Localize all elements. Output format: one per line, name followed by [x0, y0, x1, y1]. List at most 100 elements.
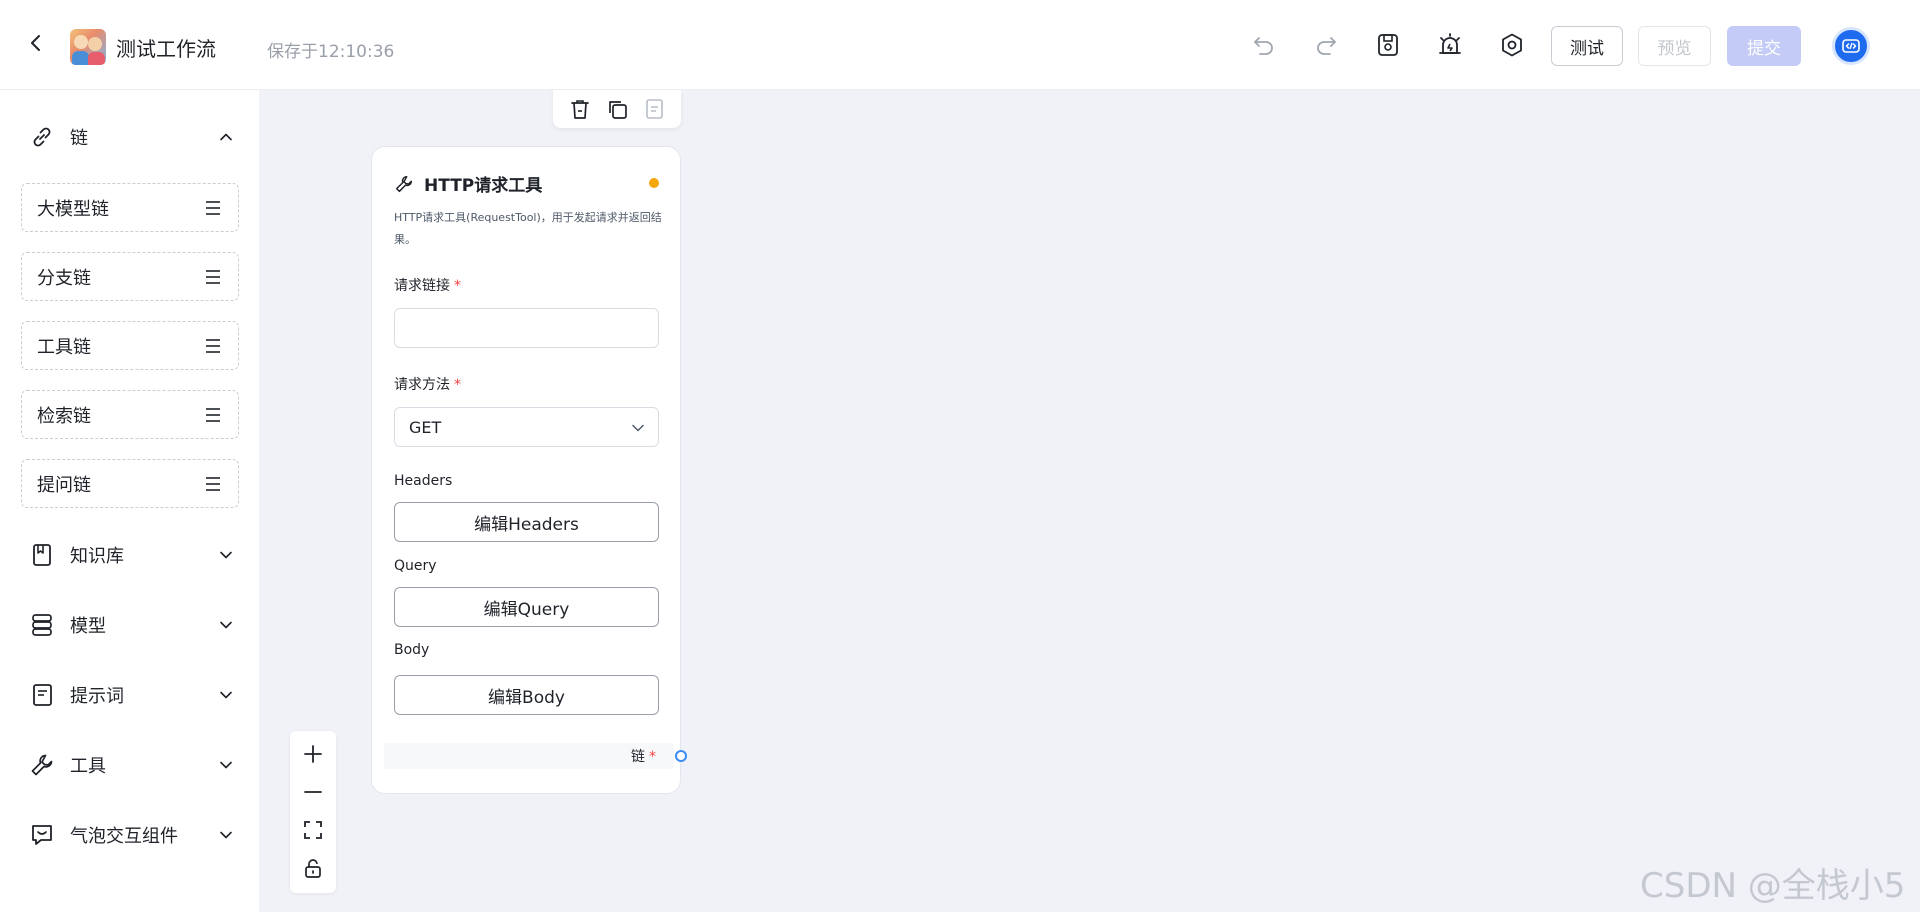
- fit-screen-icon: [304, 821, 322, 839]
- group-label: 气泡交互组件: [70, 826, 178, 847]
- unlock-icon: [305, 859, 321, 878]
- headers-label: Headers: [394, 473, 453, 489]
- submit-button[interactable]: 提交: [1727, 26, 1801, 66]
- query-label: Query: [394, 558, 437, 574]
- group-model[interactable]: 模型: [22, 605, 244, 645]
- node-description: HTTP请求工具(RequestTool)，用于发起请求并返回结果。: [394, 211, 662, 246]
- wrench-icon: [395, 175, 413, 192]
- node-toolbar: [553, 90, 681, 128]
- output-label: 链 *: [631, 749, 656, 765]
- settings-button[interactable]: [1497, 30, 1527, 60]
- zoom-out-button[interactable]: [298, 777, 328, 807]
- settings-hexagon-icon: [1502, 33, 1522, 57]
- method-select[interactable]: GET: [394, 407, 659, 447]
- required-mark: *: [454, 377, 461, 393]
- node-title: HTTP请求工具: [424, 176, 543, 196]
- delete-node-button[interactable]: [566, 95, 594, 123]
- group-label: 工具: [70, 756, 106, 777]
- group-tool[interactable]: 工具: [22, 745, 244, 785]
- top-header: 测试工作流 保存于12:10:36 测试 预览 提交: [0, 0, 1920, 90]
- link-icon: [22, 117, 62, 157]
- method-value: GET: [409, 417, 442, 437]
- output-connection-handle[interactable]: [675, 750, 687, 762]
- preview-button[interactable]: 预览: [1638, 26, 1711, 66]
- required-mark: *: [454, 278, 461, 294]
- edit-headers-button[interactable]: 编辑Headers: [394, 502, 659, 542]
- output-row: 链 *: [384, 743, 674, 769]
- edit-query-button[interactable]: 编辑Query: [394, 587, 659, 627]
- redo-icon: [1317, 37, 1336, 55]
- group-label: 模型: [70, 616, 106, 637]
- node-header: HTTP请求工具: [394, 171, 542, 196]
- drag-handle-icon: [206, 201, 220, 215]
- redo-button[interactable]: [1311, 30, 1341, 60]
- fit-view-button[interactable]: [298, 815, 328, 845]
- group-bubble-components[interactable]: 气泡交互组件: [22, 815, 244, 855]
- code-view-button[interactable]: [1832, 27, 1870, 65]
- group-prompt[interactable]: 提示词: [22, 675, 244, 715]
- chain-item-branch[interactable]: 分支链: [21, 252, 239, 301]
- required-mark: *: [649, 749, 656, 765]
- chain-item-label: 工具链: [37, 336, 91, 358]
- wrench-icon: [22, 745, 62, 785]
- chain-item-question[interactable]: 提问链: [21, 459, 239, 508]
- lock-toggle-button[interactable]: [298, 853, 328, 883]
- chevron-up-icon: [216, 127, 236, 147]
- url-label: 请求链接 *: [394, 278, 461, 294]
- chain-item-label: 提问链: [37, 474, 91, 496]
- chat-bubble-icon: [22, 815, 62, 855]
- method-label: 请求方法 *: [394, 377, 461, 393]
- chevron-down-icon: [216, 615, 236, 635]
- group-knowledge-base[interactable]: 知识库: [22, 535, 244, 575]
- node-status-dot: [649, 178, 659, 188]
- back-button[interactable]: [22, 29, 50, 57]
- chevron-down-icon: [216, 825, 236, 845]
- save-button[interactable]: [1373, 30, 1403, 60]
- chain-item-label: 分支链: [37, 267, 91, 289]
- chevron-down-icon: [216, 685, 236, 705]
- drag-handle-icon: [206, 408, 220, 422]
- chain-item-label: 检索链: [37, 405, 91, 427]
- drag-handle-icon: [206, 339, 220, 353]
- minus-icon: [304, 791, 322, 793]
- debug-button[interactable]: [1435, 30, 1465, 60]
- edit-body-button[interactable]: 编辑Body: [394, 675, 659, 715]
- body-label: Body: [394, 642, 430, 658]
- drag-handle-icon: [206, 270, 220, 284]
- test-button[interactable]: 测试: [1551, 26, 1623, 66]
- copy-node-button[interactable]: [603, 95, 631, 123]
- chain-item-tool[interactable]: 工具链: [21, 321, 239, 370]
- book-icon: [22, 535, 62, 575]
- url-input[interactable]: [394, 308, 659, 348]
- group-chain[interactable]: 链: [22, 117, 244, 157]
- group-label: 提示词: [70, 686, 124, 707]
- watermark: CSDN @全栈小5: [1640, 866, 1906, 906]
- chain-item-label: 大模型链: [37, 198, 109, 220]
- zoom-in-button[interactable]: [298, 739, 328, 769]
- undo-button[interactable]: [1249, 30, 1279, 60]
- chain-item-llm[interactable]: 大模型链: [21, 183, 239, 232]
- save-icon: [1378, 34, 1398, 56]
- http-request-node[interactable]: HTTP请求工具 HTTP请求工具(RequestTool)，用于发起请求并返回…: [371, 146, 681, 794]
- group-label: 知识库: [70, 546, 124, 567]
- node-note-button[interactable]: [640, 95, 668, 123]
- database-icon: [22, 605, 62, 645]
- workflow-title[interactable]: 测试工作流: [116, 33, 216, 62]
- code-icon: [1842, 39, 1860, 53]
- alarm-bug-icon: [1439, 33, 1461, 54]
- save-status: 保存于12:10:36: [267, 42, 395, 62]
- chevron-left-icon: [31, 35, 40, 51]
- workflow-avatar: [70, 29, 106, 65]
- note-icon: [646, 99, 664, 119]
- prompt-doc-icon: [22, 675, 62, 715]
- chevron-down-icon: [216, 755, 236, 775]
- zoom-controls: [290, 731, 336, 893]
- trash-icon: [570, 100, 589, 119]
- chain-item-retrieval[interactable]: 检索链: [21, 390, 239, 439]
- chevron-down-icon: [632, 424, 644, 432]
- component-sidebar: 链 大模型链 分支链 工具链 检索链 提问链 知识库 模型 提示词 工具 气泡交…: [0, 90, 259, 912]
- group-label: 链: [70, 128, 88, 149]
- drag-handle-icon: [206, 477, 220, 491]
- chevron-down-icon: [216, 545, 236, 565]
- copy-icon: [609, 101, 627, 119]
